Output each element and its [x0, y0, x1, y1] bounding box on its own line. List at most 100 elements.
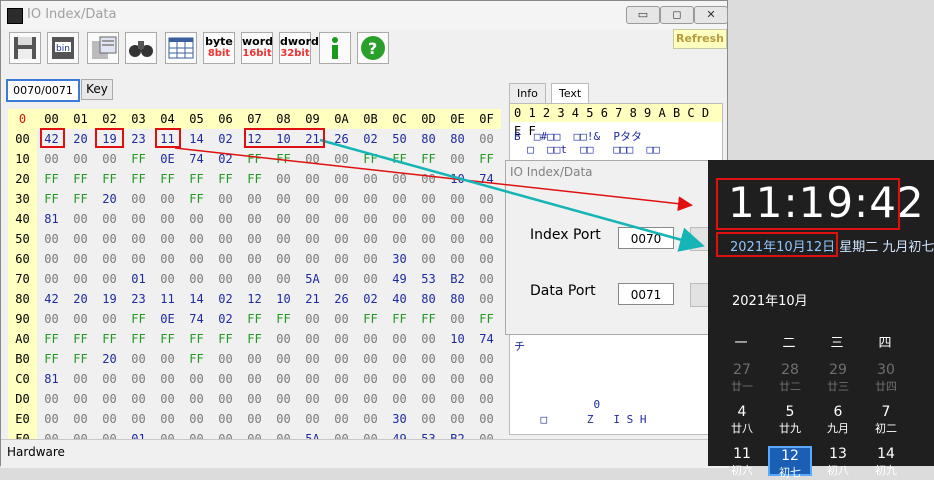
hex-cell[interactable]: 00: [124, 389, 153, 409]
hex-cell[interactable]: 00: [182, 409, 211, 429]
hex-cell[interactable]: 00: [240, 389, 269, 409]
hex-cell[interactable]: FF: [414, 149, 443, 169]
hex-cell[interactable]: 00: [298, 229, 327, 249]
hex-cell[interactable]: 21: [298, 289, 327, 309]
hex-cell[interactable]: 26: [327, 129, 356, 149]
calendar-day[interactable]: 11 初六: [720, 446, 764, 478]
hex-cell[interactable]: 00: [153, 389, 182, 409]
hex-cell[interactable]: 00: [269, 229, 298, 249]
hex-cell[interactable]: 00: [327, 149, 356, 169]
hex-cell[interactable]: 81: [37, 209, 66, 229]
hex-cell[interactable]: FF: [124, 149, 153, 169]
hex-cell[interactable]: 00: [153, 409, 182, 429]
hex-cell[interactable]: FF: [37, 329, 66, 349]
hex-cell[interactable]: 00: [124, 249, 153, 269]
save-icon[interactable]: [9, 32, 41, 64]
hex-cell[interactable]: 00: [211, 189, 240, 209]
hex-cell[interactable]: 02: [211, 129, 240, 149]
hex-cell[interactable]: 00: [124, 229, 153, 249]
hex-cell[interactable]: 00: [66, 209, 95, 229]
hex-cell[interactable]: FF: [37, 349, 66, 369]
hex-cell[interactable]: FF: [37, 189, 66, 209]
hex-cell[interactable]: 00: [327, 369, 356, 389]
hex-cell[interactable]: 0E: [153, 309, 182, 329]
hex-cell[interactable]: 00: [66, 229, 95, 249]
hex-cell[interactable]: 00: [37, 249, 66, 269]
hex-cell[interactable]: 00: [124, 189, 153, 209]
hex-cell[interactable]: 00: [385, 229, 414, 249]
hex-cell[interactable]: 74: [182, 309, 211, 329]
hex-cell[interactable]: FF: [124, 169, 153, 189]
hex-cell[interactable]: 00: [414, 409, 443, 429]
hex-cell[interactable]: 00: [269, 369, 298, 389]
hex-cell[interactable]: 00: [240, 209, 269, 229]
hex-cell[interactable]: 74: [472, 169, 501, 189]
hex-cell[interactable]: 00: [414, 329, 443, 349]
hex-cell[interactable]: 00: [182, 369, 211, 389]
hex-cell[interactable]: 00: [385, 189, 414, 209]
hex-cell[interactable]: 00: [327, 269, 356, 289]
hex-cell[interactable]: 00: [66, 409, 95, 429]
hex-cell[interactable]: 00: [472, 209, 501, 229]
hex-cell[interactable]: FF: [356, 309, 385, 329]
hex-cell[interactable]: 00: [385, 369, 414, 389]
calendar-day[interactable]: 29 廿三: [816, 362, 860, 394]
hex-cell[interactable]: 00: [269, 269, 298, 289]
hex-cell[interactable]: 00: [95, 369, 124, 389]
hex-cell[interactable]: 00: [211, 269, 240, 289]
hex-cell[interactable]: 81: [37, 369, 66, 389]
hex-cell[interactable]: 74: [182, 149, 211, 169]
hex-cell[interactable]: 00: [66, 369, 95, 389]
hex-cell[interactable]: 00: [269, 209, 298, 229]
hex-cell[interactable]: 00: [95, 149, 124, 169]
hex-cell[interactable]: FF: [385, 149, 414, 169]
hex-cell[interactable]: FF: [66, 169, 95, 189]
hex-cell[interactable]: FF: [124, 329, 153, 349]
hex-cell[interactable]: 00: [298, 169, 327, 189]
hex-cell[interactable]: 00: [356, 389, 385, 409]
hex-cell[interactable]: 00: [356, 269, 385, 289]
hex-cell[interactable]: 00: [356, 249, 385, 269]
hex-cell[interactable]: 00: [298, 249, 327, 269]
calendar-month[interactable]: 2021年10月: [732, 290, 808, 309]
hex-cell[interactable]: 00: [472, 249, 501, 269]
hex-cell[interactable]: 00: [66, 269, 95, 289]
hex-cell[interactable]: 00: [327, 349, 356, 369]
hex-cell[interactable]: 20: [95, 189, 124, 209]
hex-cell[interactable]: 00: [269, 169, 298, 189]
calendar-day[interactable]: 12 初七: [768, 446, 812, 479]
hex-cell[interactable]: 00: [153, 209, 182, 229]
calendar-day[interactable]: 6 九月: [816, 404, 860, 436]
hex-cell[interactable]: 14: [182, 129, 211, 149]
hex-cell[interactable]: 00: [95, 269, 124, 289]
hex-cell[interactable]: 00: [443, 189, 472, 209]
hex-cell[interactable]: 00: [414, 369, 443, 389]
hex-cell[interactable]: 00: [240, 249, 269, 269]
hex-cell[interactable]: 00: [240, 269, 269, 289]
hex-cell[interactable]: 53: [414, 269, 443, 289]
hex-cell[interactable]: 00: [211, 389, 240, 409]
hex-cell[interactable]: 14: [182, 289, 211, 309]
hex-cell[interactable]: 40: [385, 289, 414, 309]
hex-cell[interactable]: 00: [269, 249, 298, 269]
hex-cell[interactable]: 19: [95, 289, 124, 309]
save-bin-icon[interactable]: bin: [47, 32, 79, 64]
hex-cell[interactable]: 00: [37, 149, 66, 169]
hex-cell[interactable]: 00: [414, 229, 443, 249]
open-file-icon[interactable]: [87, 32, 119, 64]
hex-cell[interactable]: 00: [327, 409, 356, 429]
hex-cell[interactable]: 00: [37, 229, 66, 249]
hex-cell[interactable]: FF: [182, 169, 211, 189]
hex-cell[interactable]: 00: [385, 349, 414, 369]
hex-cell[interactable]: 20: [95, 349, 124, 369]
hex-cell[interactable]: FF: [414, 309, 443, 329]
hex-cell[interactable]: 5A: [298, 269, 327, 289]
hex-cell[interactable]: 00: [182, 249, 211, 269]
hex-cell[interactable]: 00: [269, 329, 298, 349]
hex-cell[interactable]: 00: [37, 409, 66, 429]
hex-cell[interactable]: 00: [124, 409, 153, 429]
binoculars-icon[interactable]: [125, 32, 157, 64]
hex-cell[interactable]: FF: [182, 349, 211, 369]
hex-cell[interactable]: FF: [269, 309, 298, 329]
hex-cell[interactable]: 02: [356, 129, 385, 149]
